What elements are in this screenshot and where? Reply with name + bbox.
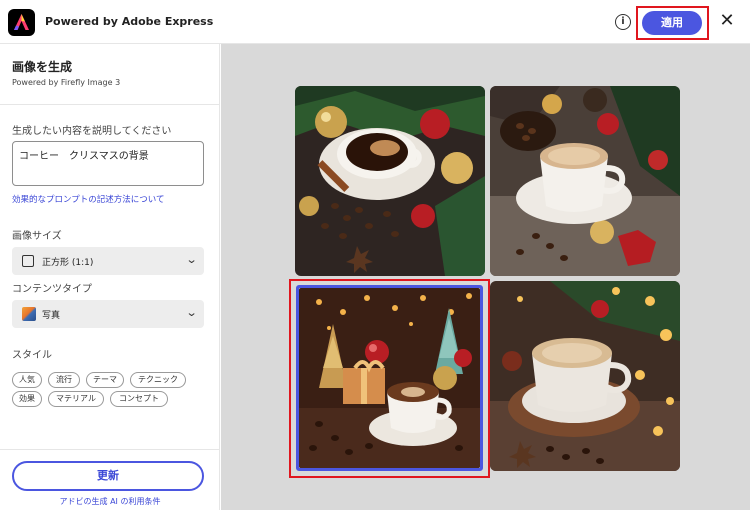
panel-title: 画像を生成 (12, 60, 73, 74)
header-bar: Powered by Adobe Express i 適用 ✕ (0, 0, 750, 44)
image-size-label: 画像サイズ (12, 231, 62, 242)
content-type-dropdown[interactable]: 写真 ⌄ (12, 300, 204, 328)
genai-terms-link[interactable]: アドビの生成 AI の利用条件 (0, 496, 220, 507)
info-icon[interactable]: i (615, 14, 631, 30)
refresh-button[interactable]: 更新 (12, 461, 204, 491)
divider (0, 449, 220, 450)
photo-icon (22, 307, 36, 321)
result-image-1[interactable] (295, 86, 485, 276)
divider (0, 104, 220, 105)
style-chip-technique[interactable]: テクニック (130, 372, 186, 388)
style-chip-concept[interactable]: コンセプト (110, 391, 168, 407)
image-size-dropdown[interactable]: 正方形 (1:1) ⌄ (12, 247, 204, 275)
style-chip-trend[interactable]: 流行 (48, 372, 80, 388)
prompt-label: 生成したい内容を説明してください (12, 126, 172, 137)
adobe-express-logo (8, 9, 35, 36)
close-icon[interactable]: ✕ (717, 10, 737, 32)
selected-image-outline (296, 285, 483, 471)
image-size-value: 正方形 (1:1) (42, 258, 94, 268)
generate-panel: 画像を生成 Powered by Firefly Image 3 生成したい内容… (0, 44, 220, 510)
result-image-2[interactable] (490, 86, 680, 276)
prompt-help-link[interactable]: 効果的なプロンプトの記述方法について (12, 193, 165, 205)
style-chip-popular[interactable]: 人気 (12, 372, 42, 388)
panel-subtitle: Powered by Firefly Image 3 (12, 78, 121, 87)
style-label: スタイル (12, 350, 52, 361)
style-chip-effect[interactable]: 効果 (12, 391, 42, 407)
prompt-input[interactable]: コーヒー クリスマスの背景 (12, 141, 204, 186)
content-type-label: コンテンツタイプ (12, 284, 92, 295)
content-type-value: 写真 (42, 311, 61, 321)
apply-button[interactable]: 適用 (642, 11, 702, 35)
style-chip-material[interactable]: マテリアル (48, 391, 104, 407)
chevron-down-icon: ⌄ (185, 253, 198, 266)
style-chip-theme[interactable]: テーマ (86, 372, 124, 388)
app-title: Powered by Adobe Express (45, 15, 214, 28)
chevron-down-icon: ⌄ (185, 306, 198, 319)
square-shape-icon (22, 255, 34, 267)
result-image-4[interactable] (490, 281, 680, 471)
